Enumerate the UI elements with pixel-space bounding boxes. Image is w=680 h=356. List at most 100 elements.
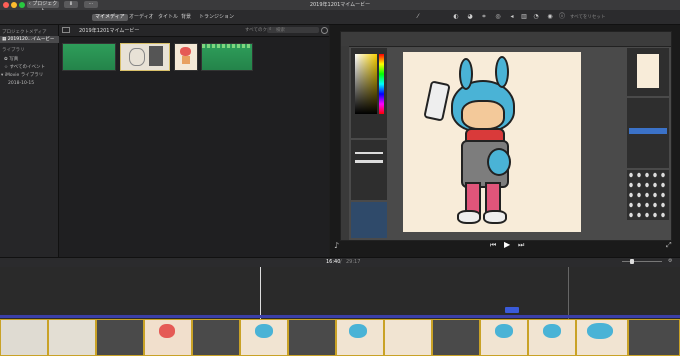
more-button[interactable]: ⋯ <box>84 1 98 8</box>
timeline-clip[interactable] <box>0 319 48 356</box>
timeline-clip[interactable] <box>480 319 528 356</box>
color-balance-icon[interactable]: ◐ <box>452 13 460 21</box>
sidebar-item-all-events[interactable]: ☆ すべてのイベント <box>4 64 45 70</box>
browser-title: 2019年1201マイムービー <box>79 28 140 34</box>
fullscreen-icon[interactable]: ⤢ <box>666 241 672 250</box>
timeline-clip[interactable] <box>96 319 144 356</box>
time-separator: / <box>340 259 342 265</box>
character-hood <box>159 324 175 338</box>
tab-my-media[interactable]: マイメディア <box>92 14 128 21</box>
character-hood <box>349 324 367 338</box>
audio-track-bar[interactable] <box>0 315 680 318</box>
character-ear <box>459 58 473 90</box>
paint-app-menubar <box>341 32 671 47</box>
timeline-clip[interactable] <box>288 319 336 356</box>
import-button[interactable]: ⬇ <box>64 1 78 8</box>
zoom-slider[interactable] <box>622 261 662 262</box>
media-clip-thumbnail[interactable] <box>62 43 116 71</box>
media-toolbar: マイメディア オーディオ タイトル 背景 トランジション ⁄ ◐ ◕ ⌗ ◎ ◂… <box>0 10 680 25</box>
timeline-clip[interactable] <box>192 319 240 356</box>
import-icon: ⬇ <box>68 1 74 7</box>
color-correction-icon[interactable]: ◕ <box>466 13 474 21</box>
sidebar-item-photos[interactable]: ✿ 写真 <box>4 56 18 62</box>
timeline-settings-icon[interactable]: ⚙ <box>668 258 672 264</box>
character-hood <box>543 324 561 338</box>
reset-all-button[interactable]: すべてをリセット <box>570 14 605 20</box>
timeline-clip[interactable] <box>528 319 576 356</box>
projects-back-button[interactable]: ‹ プロジェクト <box>27 1 59 14</box>
title-clip-marker[interactable] <box>505 307 519 313</box>
color-square <box>355 54 377 114</box>
sidebar-item-imovie-library[interactable]: ▾ iMovie ライブラリ <box>1 72 43 78</box>
media-browser: 2019年1201マイムービー すべてのクリップ ⌕ 検索 <box>59 25 329 257</box>
character-body <box>182 56 190 64</box>
media-clip-thumbnail[interactable] <box>174 43 198 71</box>
project-media-item[interactable]: ▦ 2019120...イムービー <box>0 36 60 43</box>
tab-transitions[interactable]: トランジション <box>196 14 237 21</box>
navigator-preview <box>637 54 659 88</box>
settings-icon[interactable] <box>321 27 328 34</box>
media-clip-thumbnail[interactable] <box>201 43 253 71</box>
sidebar-item-event[interactable]: 2018-10-15 <box>8 81 34 86</box>
skip-forward-icon[interactable]: ⏭ <box>518 241 524 250</box>
tab-audio[interactable]: オーディオ <box>126 14 157 21</box>
selected-layer <box>629 128 667 134</box>
skip-back-icon[interactable]: ⏮ <box>490 241 496 250</box>
sidebar-toggle-icon[interactable] <box>62 27 70 33</box>
character-hood <box>495 324 513 338</box>
search-placeholder: 検索 <box>276 28 285 33</box>
character-hood <box>255 324 273 338</box>
minimize-window-button[interactable] <box>11 2 17 8</box>
timeline-clip[interactable] <box>628 319 680 356</box>
layer-panel <box>627 98 669 168</box>
timeline-clip[interactable] <box>240 319 288 356</box>
drawing-canvas <box>403 52 581 232</box>
timeline-clip[interactable] <box>336 319 384 356</box>
play-icon[interactable]: ▶ <box>504 240 510 249</box>
close-window-button[interactable] <box>3 2 9 8</box>
timeline[interactable] <box>0 267 680 356</box>
character-hood <box>180 47 191 56</box>
character-ear <box>495 56 509 88</box>
viewer-video-frame <box>340 31 672 241</box>
more-icon: ⋯ <box>88 1 94 7</box>
brush-panel <box>351 140 387 200</box>
photos-label: 写真 <box>9 57 19 62</box>
sketch-drawing <box>129 48 145 66</box>
timeline-clip[interactable] <box>432 319 480 356</box>
tab-backgrounds[interactable]: 背景 <box>178 14 194 21</box>
search-field[interactable]: ⌕ 検索 <box>267 27 319 33</box>
crop-icon[interactable]: ⌗ <box>480 13 488 21</box>
smartphone-drawing <box>423 80 451 122</box>
speed-icon[interactable]: ◔ <box>532 13 540 21</box>
window-title: 2019年1201マイムービー <box>309 2 371 8</box>
character-face <box>461 100 505 130</box>
hue-slider <box>379 54 384 114</box>
timeline-clip[interactable] <box>48 319 96 356</box>
libraries-sidebar: プロジェクトメディア ▦ 2019120...イムービー ライブラリ ✿ 写真 … <box>0 25 60 257</box>
timeline-clip[interactable] <box>144 319 192 356</box>
stabilization-icon[interactable]: ◎ <box>494 13 502 21</box>
equalizer-icon[interactable]: ▥ <box>520 13 528 21</box>
all-events-label: すべてのイベント <box>9 65 45 70</box>
timeline-clip[interactable] <box>576 319 628 356</box>
character-shoe <box>457 210 481 224</box>
color-panel <box>351 48 387 138</box>
navigator-panel <box>627 48 669 96</box>
volume-icon[interactable]: ◂ <box>508 13 516 21</box>
filter-icon[interactable]: ◉ <box>546 13 554 21</box>
microphone-icon[interactable]: ♪ <box>334 241 339 250</box>
total-time: 29:17 <box>346 259 361 265</box>
media-clip-thumbnail[interactable] <box>120 43 170 71</box>
info-icon[interactable]: ⓘ <box>558 13 566 21</box>
zoom-window-button[interactable] <box>19 2 25 8</box>
imovie-library-label: iMovie ライブラリ <box>4 73 44 78</box>
layer-list-panel <box>351 202 387 238</box>
paint-toolbox <box>341 46 349 240</box>
current-time: 16:40 <box>326 259 341 265</box>
section-project-media: プロジェクトメディア <box>2 30 47 35</box>
zoom-slider-handle[interactable] <box>630 259 634 264</box>
tool-panel-graphic <box>149 46 163 66</box>
timeline-clip[interactable] <box>384 319 432 356</box>
magic-wand-icon[interactable]: ⁄ <box>414 13 422 21</box>
